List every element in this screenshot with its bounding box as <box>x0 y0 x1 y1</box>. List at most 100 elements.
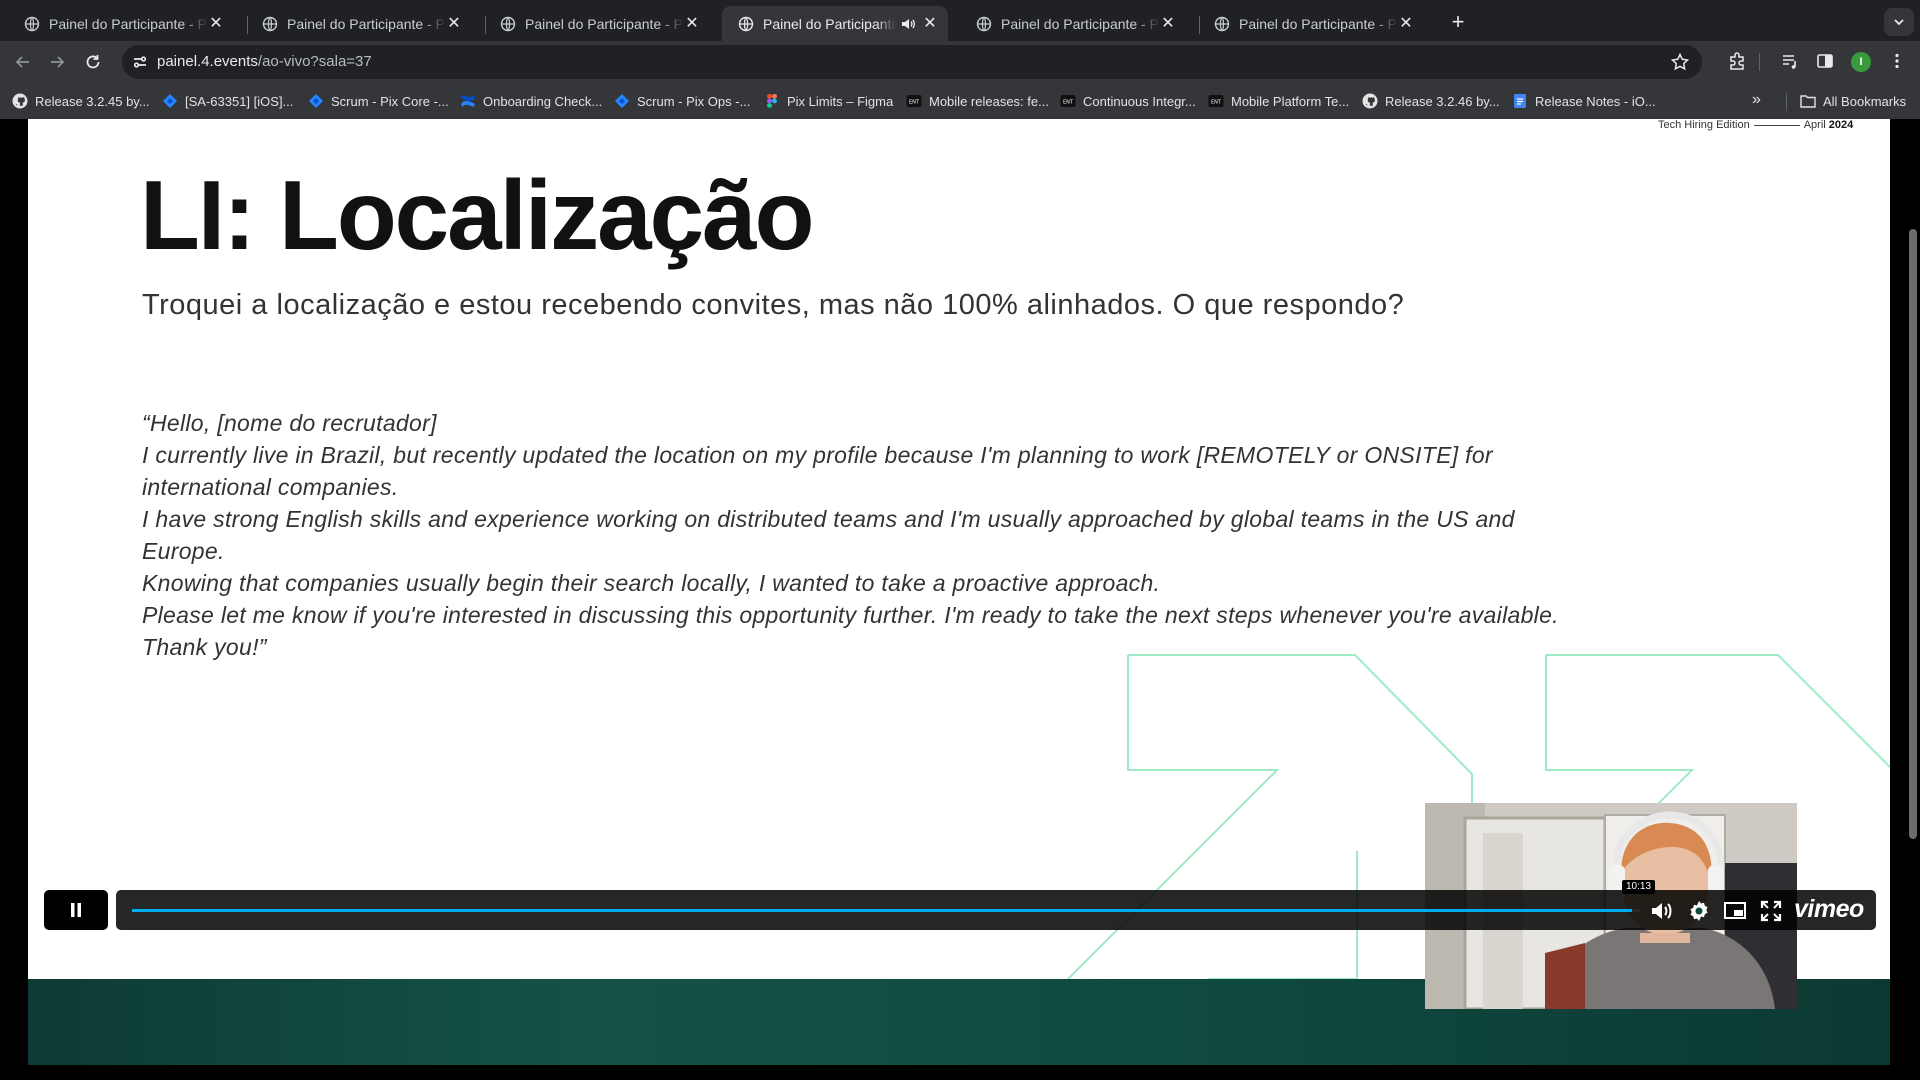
forward-button[interactable] <box>42 47 72 77</box>
extensions-icon[interactable] <box>1727 51 1747 71</box>
close-tab-icon[interactable]: ✕ <box>446 15 462 32</box>
media-control-icon[interactable] <box>1780 51 1800 71</box>
bookmark-label: Mobile Platform Te... <box>1231 93 1350 109</box>
volume-button[interactable] <box>1649 898 1675 924</box>
quote-line: “Hello, [nome do recrutador] <box>142 410 437 436</box>
slide-subtitle: Troquei a localização e estou recebendo … <box>142 289 1405 321</box>
globe-icon <box>976 16 992 31</box>
quote-line: Please let me know if you're interested … <box>142 602 1559 628</box>
globe-icon <box>738 16 754 31</box>
url-text: painel.4.events/ao-vivo?sala=37 <box>157 53 372 70</box>
bookmark-item[interactable]: Pix Limits – Figma <box>764 83 893 119</box>
bookmark-label: Mobile releases: fe... <box>929 93 1049 109</box>
reload-icon <box>86 55 100 69</box>
bookmark-item[interactable]: ENT Mobile releases: fe... <box>906 83 1049 119</box>
url-path: /ao-vivo?sala=37 <box>257 53 372 70</box>
picture-in-picture-button[interactable] <box>1722 898 1748 924</box>
browser-tab[interactable]: Painel do Participante - Powered by 4.ev… <box>1198 6 1424 41</box>
address-bar[interactable]: painel.4.events/ao-vivo?sala=37 <box>122 45 1702 79</box>
figma-icon <box>764 93 780 109</box>
close-tab-icon[interactable]: ✕ <box>208 15 224 32</box>
close-tab-icon[interactable]: ✕ <box>684 15 700 32</box>
quote-line: Europe. <box>142 538 225 564</box>
svg-text:ENT: ENT <box>1063 100 1074 106</box>
tab-search-button[interactable] <box>1884 8 1914 36</box>
close-tab-icon[interactable]: ✕ <box>922 15 938 32</box>
bookmark-label: Release Notes - iO... <box>1535 93 1656 109</box>
arrow-left-icon <box>15 56 29 68</box>
bookmark-label: Scrum - Pix Ops -... <box>637 93 751 109</box>
bookmark-star-icon[interactable] <box>1670 52 1690 72</box>
tab-title: Painel do Participante - Powered by 4.ev… <box>525 15 684 32</box>
browser-tab[interactable]: Painel do Participante - Powered by 4.ev… <box>246 6 472 41</box>
speaker-icon[interactable] <box>900 16 916 32</box>
bookmark-item[interactable]: ENT Continuous Integr... <box>1060 83 1196 119</box>
jira-icon <box>308 93 324 109</box>
kebab-menu-icon[interactable] <box>1887 51 1907 71</box>
progress-track <box>132 909 1640 912</box>
app-icon: ENT <box>1060 93 1076 109</box>
quote-line: Thank you!” <box>142 634 267 660</box>
current-time-label: 10:13 <box>1622 880 1656 894</box>
edition-label: Tech Hiring Edition <box>1658 119 1750 131</box>
globe-icon <box>24 16 40 31</box>
pause-button[interactable] <box>44 890 108 930</box>
bookmark-item[interactable]: Onboarding Check... <box>460 83 602 119</box>
bookmark-label: [SA-63351] [iOS]... <box>185 93 294 109</box>
bookmark-item[interactable]: Release 3.2.45 by... <box>12 83 150 119</box>
tab-title: Painel do Participante - Powered by 4.ev… <box>1239 15 1398 32</box>
progress-bar[interactable] <box>116 890 1876 930</box>
app-icon: ENT <box>906 93 922 109</box>
bookmark-item[interactable]: ENT Mobile Platform Te... <box>1208 83 1349 119</box>
scrollbar-thumb[interactable] <box>1909 229 1917 839</box>
globe-icon <box>500 16 516 31</box>
all-bookmarks-button[interactable]: All Bookmarks <box>1800 83 1906 119</box>
bookmark-label: Onboarding Check... <box>483 93 603 109</box>
globe-icon <box>1214 16 1230 31</box>
settings-button[interactable] <box>1686 898 1712 924</box>
jira-icon <box>614 93 630 109</box>
bookmark-item[interactable]: Release 3.2.46 by... <box>1362 83 1500 119</box>
vimeo-logo[interactable]: vimeo <box>1794 895 1864 924</box>
close-tab-icon[interactable]: ✕ <box>1398 15 1414 32</box>
browser-toolbar: painel.4.events/ao-vivo?sala=37 I <box>0 41 1920 83</box>
bookmark-item[interactable]: [SA-63351] [iOS]... <box>162 83 293 119</box>
bookmark-label: Pix Limits – Figma <box>787 93 894 109</box>
folder-icon <box>1800 93 1816 109</box>
quote-line: Knowing that companies usually begin the… <box>142 570 1161 596</box>
bookmark-label: Continuous Integr... <box>1083 93 1196 109</box>
github-icon <box>12 93 28 109</box>
fullscreen-icon <box>1760 900 1782 922</box>
bookmark-label: Release 3.2.46 by... <box>1385 93 1500 109</box>
bookmark-item[interactable]: Scrum - Pix Core -... <box>308 83 449 119</box>
docs-icon <box>1512 93 1528 109</box>
chevron-down-icon <box>1894 19 1904 26</box>
fullscreen-button[interactable] <box>1758 898 1784 924</box>
page-scrollbar[interactable] <box>1906 119 1920 1080</box>
browser-tab[interactable]: Painel do Participante - Powered by 4.ev… <box>484 6 710 41</box>
quote-line: I currently live in Brazil, but recently… <box>142 442 1493 468</box>
github-icon <box>1362 93 1378 109</box>
edition-year: 2024 <box>1828 119 1854 131</box>
back-button[interactable] <box>8 47 38 77</box>
arrow-right-icon <box>51 56 65 68</box>
slide-title: LI: Localização <box>140 160 815 270</box>
tab-title: Painel do Participante - Powered by 4.ev… <box>287 15 446 32</box>
more-bookmarks-chevron-icon[interactable]: » <box>1752 91 1761 109</box>
close-tab-icon[interactable]: ✕ <box>1160 15 1176 32</box>
volume-icon <box>1652 903 1672 919</box>
edition-tag: Tech Hiring Edition April 2024 <box>1658 119 1853 131</box>
browser-tab-active[interactable]: Painel do Participante - Powered by 4.ev… <box>722 6 948 41</box>
site-info-icon[interactable] <box>130 52 150 72</box>
browser-tab[interactable]: Painel do Participante - Powered by 4.ev… <box>8 6 234 41</box>
pause-icon <box>71 903 81 917</box>
new-tab-button[interactable]: + <box>1444 9 1472 37</box>
profile-avatar[interactable]: I <box>1851 52 1871 72</box>
bookmark-item[interactable]: Scrum - Pix Ops -... <box>614 83 750 119</box>
globe-icon <box>262 16 278 31</box>
jira-icon <box>162 93 178 109</box>
bookmark-item[interactable]: Release Notes - iO... <box>1512 83 1656 119</box>
browser-tab[interactable]: Painel do Participante - Powered by 4.ev… <box>960 6 1186 41</box>
side-panel-icon[interactable] <box>1815 51 1835 71</box>
reload-button[interactable] <box>78 47 108 77</box>
